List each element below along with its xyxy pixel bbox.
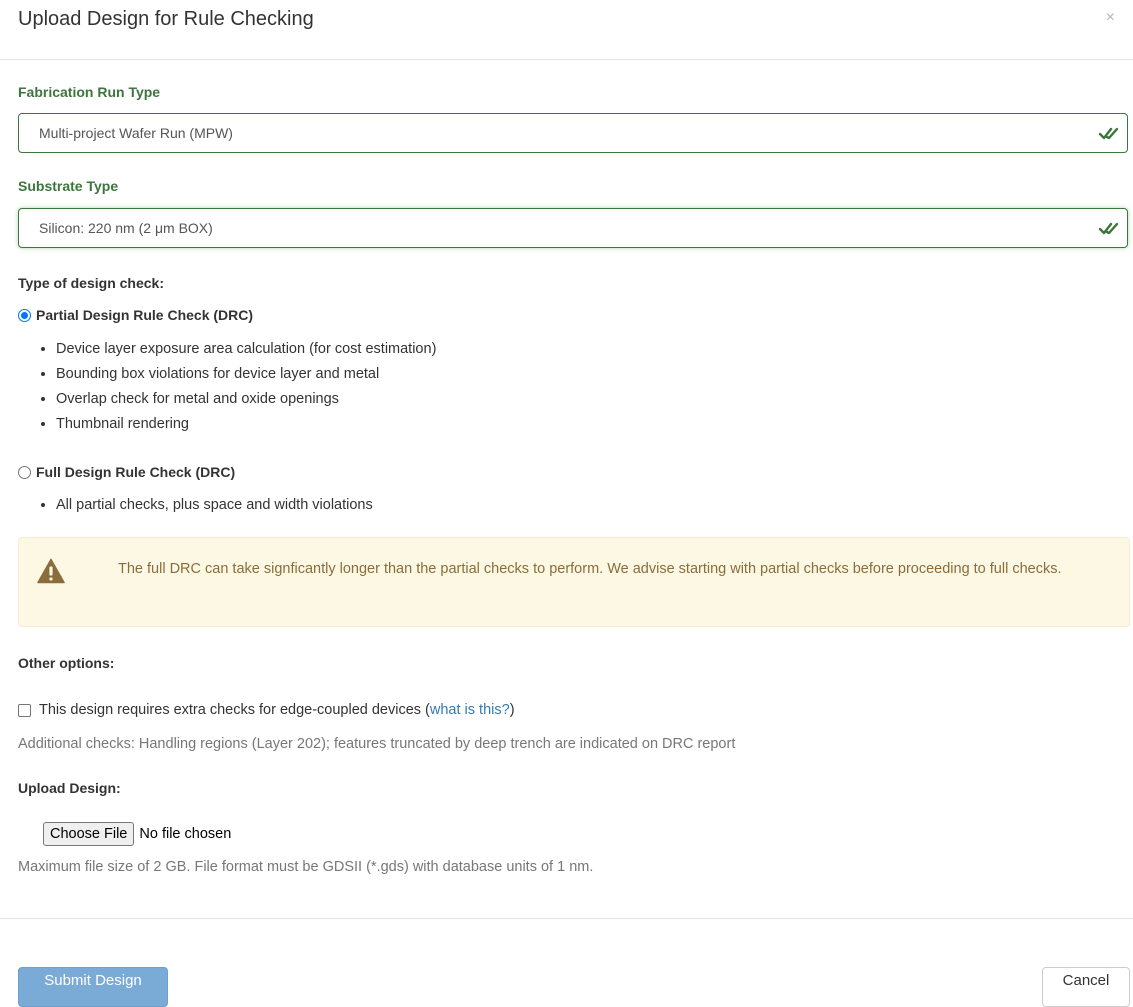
fabrication-run-type-select[interactable]: Multi-project Wafer Run (MPW) (18, 113, 1128, 153)
list-item: Bounding box violations for device layer… (56, 362, 436, 387)
substrate-type-label: Substrate Type (18, 178, 119, 194)
file-status: No file chosen (139, 826, 232, 842)
what-is-this-link[interactable]: what is this? (430, 702, 510, 718)
double-check-icon (1099, 127, 1119, 140)
warning-triangle-icon (37, 558, 65, 584)
fabrication-run-type-value: Multi-project Wafer Run (MPW) (39, 125, 233, 141)
modal-title: Upload Design for Rule Checking (18, 8, 314, 30)
close-icon[interactable]: × (1106, 9, 1115, 27)
partial-drc-label: Partial Design Rule Check (DRC) (36, 307, 254, 323)
list-item: Device layer exposure area calculation (… (56, 337, 436, 362)
list-item: Overlap check for metal and oxide openin… (56, 387, 436, 412)
warning-text: The full DRC can take signficantly longe… (118, 561, 1062, 577)
warning-alert: The full DRC can take signficantly longe… (18, 537, 1130, 627)
choose-file-button[interactable]: Choose File (43, 822, 135, 846)
upload-help-text: Maximum file size of 2 GB. File format m… (18, 859, 594, 875)
design-check-type-label: Type of design check: (18, 275, 164, 291)
partial-drc-bullets: Device layer exposure area calculation (… (37, 337, 436, 437)
partial-drc-option[interactable]: Partial Design Rule Check (DRC) (18, 307, 253, 323)
cancel-button[interactable]: Cancel (1042, 967, 1130, 1007)
upload-design-label: Upload Design: (18, 780, 121, 796)
partial-drc-radio[interactable] (18, 308, 31, 322)
modal-footer-divider (0, 918, 1133, 919)
fabrication-run-type-label: Fabrication Run Type (18, 84, 161, 100)
submit-design-button[interactable]: Submit Design (18, 967, 168, 1007)
edge-coupled-option[interactable]: This design requires extra checks for ed… (18, 702, 515, 718)
full-drc-bullets: All partial checks, plus space and width… (37, 493, 373, 518)
other-options-label: Other options: (18, 655, 115, 671)
full-drc-radio[interactable] (18, 465, 31, 479)
substrate-type-value: Silicon: 220 nm (2 μm BOX) (39, 220, 213, 236)
substrate-type-select[interactable]: Silicon: 220 nm (2 μm BOX) (18, 208, 1128, 248)
list-item: Thumbnail rendering (56, 412, 436, 437)
edge-coupled-checkbox[interactable] (18, 703, 31, 717)
modal-header: Upload Design for Rule Checking × (0, 0, 1133, 60)
edge-coupled-label: This design requires extra checks for ed… (39, 702, 422, 718)
double-check-icon (1099, 222, 1119, 235)
full-drc-label: Full Design Rule Check (DRC) (36, 464, 236, 480)
file-input[interactable]: Choose File No file chosen (43, 822, 231, 846)
list-item: All partial checks, plus space and width… (56, 493, 373, 518)
full-drc-option[interactable]: Full Design Rule Check (DRC) (18, 464, 235, 480)
edge-coupled-help-text: Additional checks: Handling regions (Lay… (18, 736, 736, 752)
paren-close: ) (509, 702, 515, 718)
